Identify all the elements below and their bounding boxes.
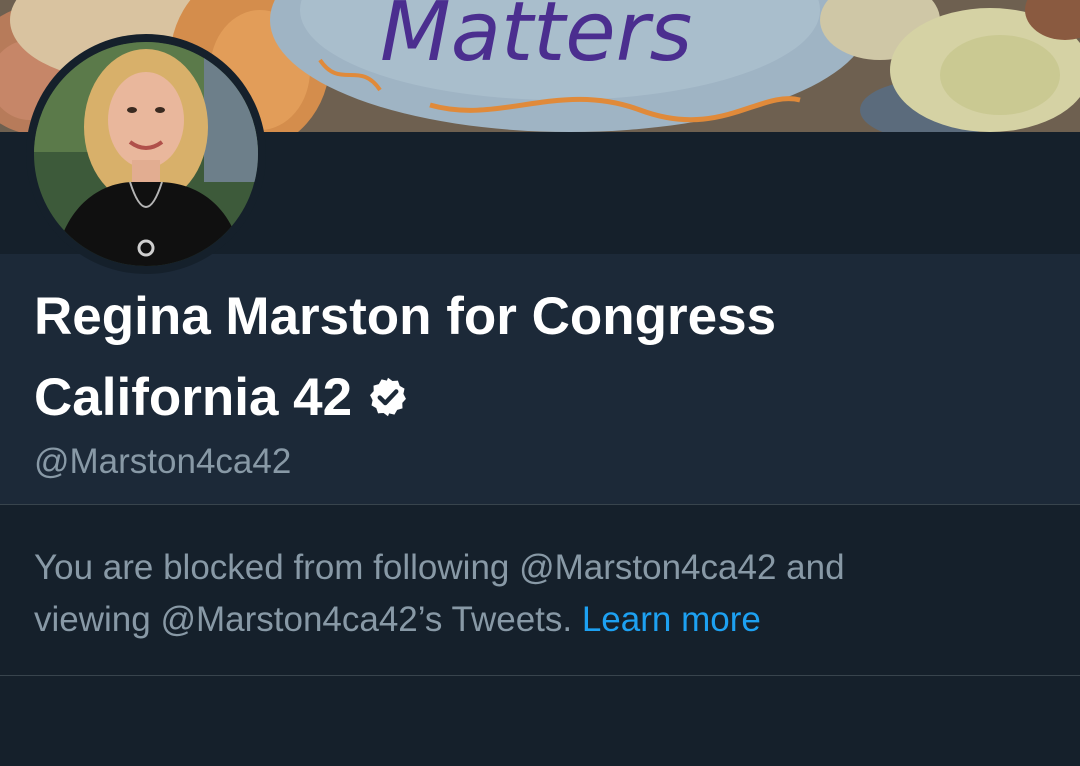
display-name: Regina Marston for Congress California 4… (34, 276, 934, 442)
verified-badge-icon (366, 361, 410, 442)
divider (0, 675, 1080, 676)
blocked-notice-line2: viewing @Marston4ca42’s Tweets. (34, 600, 573, 639)
profile-photo (34, 42, 258, 266)
avatar[interactable] (26, 34, 266, 274)
blocked-notice: You are blocked from following @Marston4… (34, 542, 1054, 646)
display-name-line1: Regina Marston for Congress (34, 287, 777, 346)
blocked-notice-line1: You are blocked from following @Marston4… (34, 548, 845, 587)
profile-page: Matters Regina Marston for Congress Cali… (0, 0, 1080, 766)
display-name-line2: California 42 (34, 368, 353, 427)
profile-handle: @Marston4ca42 (34, 442, 292, 481)
rock-lettering: Matters (380, 0, 692, 80)
learn-more-link[interactable]: Learn more (582, 600, 761, 639)
